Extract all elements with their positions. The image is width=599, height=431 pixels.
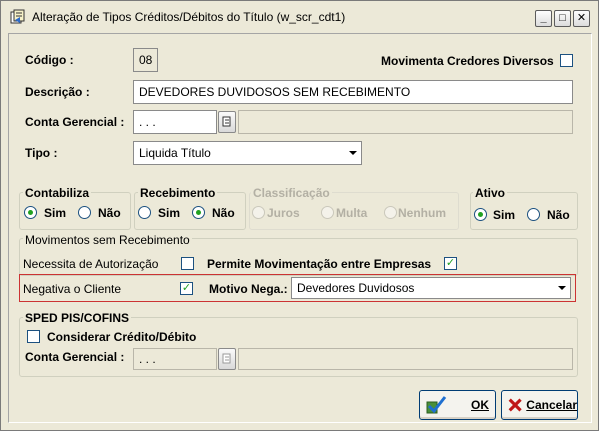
- form-area: Código : 08 Movimenta Credores Diversos …: [8, 33, 592, 423]
- descricao-field[interactable]: DEVEDORES DUVIDOSOS SEM RECEBIMENTO: [133, 80, 573, 104]
- contabiliza-sim-radio[interactable]: [24, 206, 37, 219]
- sped-title: SPED PIS/COFINS: [23, 311, 132, 325]
- lookup-icon: [222, 353, 231, 364]
- tipo-label: Tipo :: [25, 146, 58, 160]
- descricao-label: Descrição :: [25, 85, 90, 99]
- app-icon: [10, 9, 26, 25]
- conta-gerencial-label: Conta Gerencial :: [25, 115, 125, 129]
- window-title: Alteração de Tipos Créditos/Débitos do T…: [32, 10, 346, 24]
- classificacao-multa-radio[interactable]: [321, 206, 334, 219]
- conta-lookup-button[interactable]: [218, 111, 236, 133]
- recebimento-sim-label: Sim: [158, 206, 181, 220]
- permite-checkbox[interactable]: ✓: [444, 257, 457, 270]
- sped-conta-label: Conta Gerencial :: [25, 350, 125, 364]
- codigo-field[interactable]: 08: [133, 48, 158, 72]
- negativa-label: Negativa o Cliente: [23, 282, 122, 296]
- necessita-checkbox[interactable]: [181, 257, 194, 270]
- cancel-x-icon: [508, 398, 522, 412]
- sped-conta-lookup-button[interactable]: [218, 348, 236, 370]
- classificacao-title: Classificação: [251, 186, 332, 200]
- contabiliza-sim-label: Sim: [44, 206, 67, 220]
- considerar-checkbox[interactable]: [27, 330, 40, 343]
- negativa-checkbox[interactable]: ✓: [180, 282, 193, 295]
- classificacao-juros-label: Juros: [267, 206, 300, 220]
- tipo-value: Liquida Título: [139, 146, 211, 160]
- ativo-nao-label: Não: [547, 208, 570, 222]
- sped-conta-field[interactable]: . . .: [133, 348, 217, 370]
- considerar-label: Considerar Crédito/Débito: [47, 330, 197, 344]
- close-icon: ✕: [576, 12, 587, 24]
- close-button[interactable]: ✕: [573, 10, 590, 27]
- lookup-icon: [222, 116, 231, 127]
- recebimento-title: Recebimento: [138, 186, 218, 200]
- motivo-dropdown[interactable]: Devedores Duvidosos: [291, 277, 571, 299]
- tipo-dropdown[interactable]: Liquida Título: [133, 141, 362, 165]
- conta-gerencial-field[interactable]: . . .: [133, 110, 217, 134]
- classificacao-multa-label: Multa: [336, 206, 368, 220]
- contabiliza-nao-radio[interactable]: [78, 206, 91, 219]
- contabiliza-title: Contabiliza: [23, 186, 92, 200]
- checkmark-icon: [426, 396, 447, 414]
- classificacao-juros-radio[interactable]: [252, 206, 265, 219]
- necessita-label: Necessita de Autorização: [23, 257, 159, 271]
- classificacao-nenhum-label: Nenhum: [398, 206, 446, 220]
- motivo-label: Motivo Nega.:: [209, 282, 288, 296]
- permite-label: Permite Movimentação entre Empresas: [207, 257, 432, 271]
- maximize-icon: □: [559, 12, 566, 24]
- codigo-label: Código :: [25, 53, 74, 67]
- chevron-down-icon[interactable]: [345, 143, 360, 163]
- chevron-down-icon[interactable]: [554, 279, 569, 297]
- movimentos-title: Movimentos sem Recebimento: [23, 233, 192, 247]
- recebimento-sim-radio[interactable]: [138, 206, 151, 219]
- contabiliza-nao-label: Não: [98, 206, 121, 220]
- ativo-title: Ativo: [473, 186, 507, 200]
- recebimento-nao-radio[interactable]: [192, 206, 205, 219]
- ativo-sim-radio[interactable]: [474, 208, 487, 221]
- dialog-window: Alteração de Tipos Créditos/Débitos do T…: [0, 0, 599, 431]
- motivo-value: Devedores Duvidosos: [297, 281, 415, 295]
- ok-button[interactable]: OK: [419, 390, 496, 420]
- conta-gerencial-description: [238, 110, 573, 134]
- minimize-button[interactable]: _: [535, 10, 552, 27]
- title-bar[interactable]: Alteração de Tipos Créditos/Débitos do T…: [1, 1, 598, 31]
- recebimento-nao-label: Não: [212, 206, 235, 220]
- sped-conta-description: [238, 348, 573, 370]
- ativo-sim-label: Sim: [493, 208, 516, 222]
- maximize-button[interactable]: □: [554, 10, 571, 27]
- minimize-icon: _: [540, 12, 547, 24]
- ativo-nao-radio[interactable]: [527, 208, 540, 221]
- cancel-button[interactable]: Cancelar: [501, 390, 578, 420]
- movimenta-checkbox[interactable]: [560, 54, 573, 67]
- movimenta-label: Movimenta Credores Diversos: [381, 54, 554, 68]
- classificacao-nenhum-radio[interactable]: [384, 206, 397, 219]
